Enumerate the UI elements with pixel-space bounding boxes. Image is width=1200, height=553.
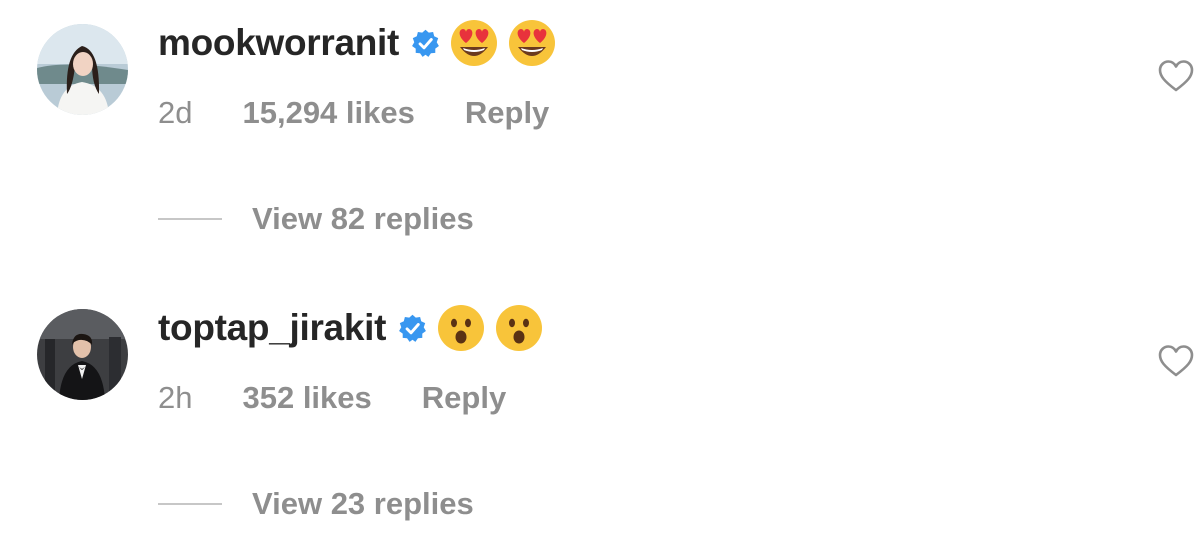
timestamp: 2d xyxy=(158,95,193,130)
view-replies-label[interactable]: View 23 replies xyxy=(252,486,474,522)
heart-outline-icon[interactable] xyxy=(1158,59,1194,93)
view-replies-toggle[interactable]: View 82 replies xyxy=(158,199,474,239)
verified-badge-icon xyxy=(411,29,440,58)
username-link[interactable]: toptap_jirakit xyxy=(158,307,386,349)
reply-button[interactable]: Reply xyxy=(465,95,549,131)
username-link[interactable]: mookworranit xyxy=(158,22,399,64)
replies-divider xyxy=(158,218,222,220)
heart-eyes-emoji-icon xyxy=(508,19,556,67)
reply-button[interactable]: Reply xyxy=(422,380,506,416)
comment-header: mookworranit xyxy=(158,20,556,66)
view-replies-toggle[interactable]: View 23 replies xyxy=(158,484,474,524)
replies-divider xyxy=(158,503,222,505)
verified-badge-icon xyxy=(398,314,427,343)
comment-meta: 2d 15,294 likes Reply xyxy=(158,93,549,133)
astonished-emoji-icon xyxy=(437,304,485,352)
likes-count[interactable]: 352 likes xyxy=(242,380,371,416)
comment-header: toptap_jirakit xyxy=(158,305,543,351)
view-replies-label[interactable]: View 82 replies xyxy=(252,201,474,237)
heart-outline-icon[interactable] xyxy=(1158,344,1194,378)
heart-eyes-emoji-icon xyxy=(450,19,498,67)
avatar[interactable] xyxy=(37,309,128,400)
timestamp: 2h xyxy=(158,380,193,415)
avatar[interactable] xyxy=(37,24,128,115)
likes-count[interactable]: 15,294 likes xyxy=(242,95,414,131)
astonished-emoji-icon xyxy=(495,304,543,352)
comment-meta: 2h 352 likes Reply xyxy=(158,378,506,418)
